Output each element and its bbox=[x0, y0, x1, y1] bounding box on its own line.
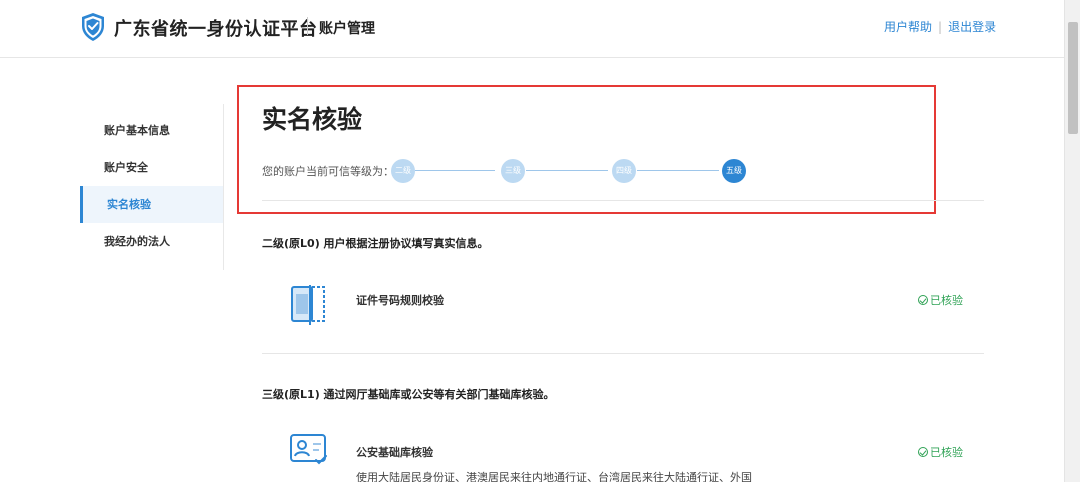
sidebar-item-basic-info[interactable]: 账户基本信息 bbox=[80, 112, 223, 149]
status-badge: 已核验 bbox=[918, 292, 963, 308]
step-connector bbox=[526, 170, 608, 171]
step-connector bbox=[637, 170, 719, 171]
logout-link[interactable]: 退出登录 bbox=[948, 18, 996, 35]
scrollbar-thumb[interactable] bbox=[1068, 22, 1078, 134]
id-card-scan-icon bbox=[291, 285, 325, 325]
sidebar-item-legal-persons[interactable]: 我经办的法人 bbox=[80, 223, 223, 260]
status-text: 已核验 bbox=[930, 446, 963, 459]
link-separator: | bbox=[938, 19, 943, 34]
page-title: 实名核验 bbox=[262, 105, 363, 134]
check-circle-icon bbox=[918, 447, 928, 457]
section-title: 账户管理 bbox=[319, 21, 375, 37]
vertical-scrollbar[interactable] bbox=[1064, 0, 1080, 482]
title-divider bbox=[307, 17, 308, 35]
shield-check-logo-icon bbox=[82, 13, 104, 41]
section-divider bbox=[262, 353, 984, 354]
step-connector bbox=[415, 170, 495, 171]
top-header: 广东省统一身份认证平台 账户管理 用户帮助 | 退出登录 bbox=[0, 0, 1064, 58]
level-step-3: 三级 bbox=[501, 159, 525, 183]
row-title-police-db-check: 公安基础库核验 bbox=[356, 446, 433, 459]
trust-level-label: 您的账户当前可信等级为： bbox=[262, 165, 394, 178]
row-description: 使用大陆居民身份证、港澳居民来往内地通行证、台湾居民来往大陆通行证、外国 bbox=[356, 471, 752, 482]
status-badge: 已核验 bbox=[918, 444, 963, 460]
status-text: 已核验 bbox=[930, 294, 963, 307]
platform-title: 广东省统一身份认证平台 bbox=[114, 19, 318, 40]
row-title-id-rule-check: 证件号码规则校验 bbox=[356, 294, 444, 307]
sidebar-item-security[interactable]: 账户安全 bbox=[80, 149, 223, 186]
sidebar-nav: 账户基本信息 账户安全 实名核验 我经办的法人 bbox=[80, 104, 224, 270]
help-link[interactable]: 用户帮助 bbox=[884, 18, 932, 35]
level-2-heading: 二级(原L0) 用户根据注册协议填写真实信息。 bbox=[262, 237, 489, 250]
check-circle-icon bbox=[918, 295, 928, 305]
level-step-4: 四级 bbox=[612, 159, 636, 183]
level-3-heading: 三级(原L1) 通过网厅基础库或公安等有关部门基础库核验。 bbox=[262, 388, 555, 401]
id-card-check-icon bbox=[290, 434, 327, 465]
level-step-5-current: 五级 bbox=[722, 159, 746, 183]
section-divider bbox=[262, 200, 984, 201]
level-step-2: 二级 bbox=[391, 159, 415, 183]
sidebar-item-real-name[interactable]: 实名核验 bbox=[80, 186, 223, 223]
top-links: 用户帮助 | 退出登录 bbox=[884, 18, 996, 35]
